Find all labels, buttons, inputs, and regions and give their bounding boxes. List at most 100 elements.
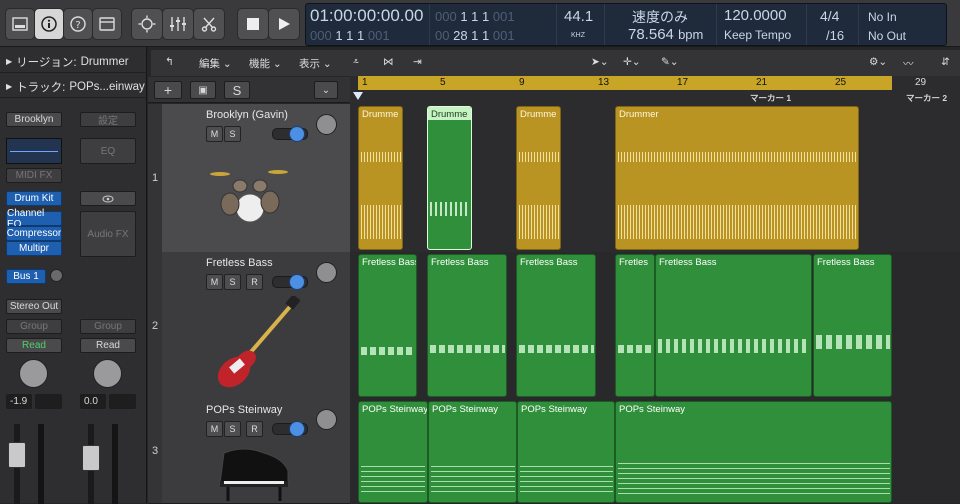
mute-button[interactable]: M (206, 126, 223, 142)
editors-icon[interactable] (193, 8, 225, 40)
track-volume-slider[interactable] (272, 274, 308, 290)
lcd-tempo-mode[interactable]: 速度のみ 78.564 bpm (604, 4, 717, 45)
volume-fader-right[interactable] (82, 445, 100, 471)
insert-slot-3[interactable]: Multipr (6, 241, 62, 256)
smart-controls-icon[interactable] (131, 8, 163, 40)
volume-knob[interactable] (289, 126, 305, 142)
pan-knob-right[interactable] (93, 359, 122, 388)
track-menu-icon[interactable]: ⌄ (314, 81, 338, 99)
track-header-2[interactable]: 2 Fretless Bass M S R (148, 252, 350, 400)
pencil-tool-icon[interactable]: ✎⌄ (661, 56, 679, 68)
toolbar-icon[interactable] (92, 8, 122, 40)
flex-icon[interactable]: ⋈ (383, 56, 394, 68)
drummer-region[interactable]: Drummer (615, 106, 859, 250)
record-enable-button[interactable]: R (246, 421, 263, 437)
library-icon[interactable] (5, 8, 35, 40)
playhead-icon[interactable] (353, 92, 363, 100)
marquee-tool-icon[interactable]: ✛⌄ (623, 56, 641, 68)
lcd-signature[interactable]: 4/4 /16 (806, 4, 859, 45)
view-menu[interactable]: 表示 ⌄ (299, 56, 332, 71)
output-slot[interactable]: Stereo Out (6, 299, 62, 314)
volume-knob[interactable] (289, 274, 305, 290)
pointer-tool-icon[interactable]: ➤⌄ (591, 56, 609, 68)
function-menu[interactable]: 機能 ⌄ (249, 56, 282, 71)
midi-fx-slot[interactable]: MIDI FX (6, 168, 62, 183)
track-volume-slider[interactable] (272, 421, 308, 437)
track-header-3[interactable]: 3 POPs Steinway M S R (148, 399, 350, 504)
record-enable-button[interactable]: R (246, 274, 263, 290)
settings-gear-icon[interactable]: ⚙⌄ (869, 56, 887, 68)
bass-region[interactable]: Fretless Bass (655, 254, 812, 397)
mixer-icon[interactable] (162, 8, 194, 40)
bar-ruler[interactable]: 1 5 9 13 17 21 25 29 マーカー 1 マーカー 2 (350, 76, 960, 104)
lcd-sample-rate[interactable]: 44.1 KHZ (556, 4, 605, 45)
solo-global-button[interactable]: S (224, 81, 250, 99)
input-monitor-icon[interactable] (80, 191, 136, 206)
insert-slot-1[interactable]: Channel EQ (6, 208, 62, 230)
audio-fx-slot[interactable]: Audio FX (80, 211, 136, 257)
piano-region[interactable]: POPs Steinway (358, 401, 428, 503)
drummer-region-selected[interactable]: Drumme (427, 106, 472, 250)
track-pan-knob[interactable] (316, 262, 337, 283)
bass-region[interactable]: Fretles (615, 254, 655, 397)
solo-button[interactable]: S (224, 421, 241, 437)
fit-icon[interactable]: ⇵ (941, 56, 950, 68)
solo-button[interactable]: S (224, 126, 241, 142)
lcd-tempo[interactable]: 120.0000 Keep Tempo (716, 4, 807, 45)
automation-curve-icon[interactable]: ⸛ (353, 56, 359, 70)
patch-slot[interactable]: Brooklyn (6, 112, 62, 127)
pan-knob[interactable] (19, 359, 48, 388)
edit-menu-label: 編集 (199, 58, 220, 70)
tracks-area[interactable]: Drumme Drumme Drumme Drummer Fretless Ba… (350, 104, 960, 503)
eq-slot[interactable]: EQ (80, 138, 136, 164)
bass-region[interactable]: Fretless Bass (358, 254, 417, 397)
eq-thumbnail[interactable] (6, 138, 62, 164)
lcd-midi[interactable]: No In No Out (858, 4, 946, 45)
cycle-region[interactable] (358, 76, 892, 90)
bass-region[interactable]: Fretless Bass (516, 254, 596, 397)
mute-button[interactable]: M (206, 421, 223, 437)
snap-icon[interactable]: ⇥ (413, 56, 422, 68)
volume-knob[interactable] (289, 421, 305, 437)
quick-help-icon[interactable]: ? (63, 8, 93, 40)
send-level-knob[interactable] (50, 269, 63, 282)
track-pan-knob[interactable] (316, 409, 337, 430)
piano-region[interactable]: POPs Steinway (428, 401, 517, 503)
piano-region[interactable]: POPs Steinway (517, 401, 615, 503)
lcd-position[interactable]: 01:00:00:00.00 000 1 1 1 001 (306, 4, 430, 45)
marker-2[interactable]: マーカー 2 (906, 92, 947, 104)
edit-menu[interactable]: 編集 ⌄ (199, 56, 232, 71)
waveform-zoom-icon[interactable]: 〰 (903, 56, 914, 71)
solo-button[interactable]: S (224, 274, 241, 290)
grand-piano-icon (219, 448, 289, 501)
track-inspector-header[interactable]: ▶ トラック: POPs...einway (0, 76, 147, 98)
insert-slot-2[interactable]: Compressor (6, 226, 62, 241)
track-pan-knob[interactable] (316, 114, 337, 135)
play-icon[interactable] (268, 8, 300, 40)
drummer-region[interactable]: Drumme (516, 106, 561, 250)
drummer-region[interactable]: Drumme (358, 106, 403, 250)
bass-region[interactable]: Fretless Bass (427, 254, 507, 397)
add-track-button[interactable]: + (154, 81, 182, 99)
mute-button[interactable]: M (206, 274, 223, 290)
group-slot-right[interactable]: Group (80, 319, 136, 334)
catch-icon[interactable]: ↰ (165, 56, 174, 68)
bass-region[interactable]: Fretless Bass (813, 254, 892, 397)
track-volume-slider[interactable] (272, 126, 308, 142)
volume-fader[interactable] (8, 442, 26, 468)
instrument-slot[interactable]: Drum Kit (6, 191, 62, 206)
region-inspector-header[interactable]: ▶ リージョン: Drummer (0, 51, 147, 73)
piano-region[interactable]: POPs Steinway (615, 401, 892, 503)
setting-slot[interactable]: 設定 (80, 112, 136, 127)
track-stack-icon[interactable]: ▣ (190, 81, 216, 99)
automation-mode[interactable]: Read (6, 338, 62, 353)
automation-mode-right[interactable]: Read (80, 338, 136, 353)
group-slot[interactable]: Group (6, 319, 62, 334)
lcd-bars[interactable]: 000 1 1 1 001 00 28 1 1 001 (429, 4, 557, 45)
stop-icon[interactable] (237, 8, 269, 40)
send-slot[interactable]: Bus 1 (6, 269, 46, 284)
drum-kit-icon (210, 170, 288, 223)
track-header-1[interactable]: 1 Brooklyn (Gavin) M S (148, 104, 350, 253)
marker-1[interactable]: マーカー 1 (750, 92, 791, 104)
inspector-icon[interactable] (34, 8, 64, 40)
